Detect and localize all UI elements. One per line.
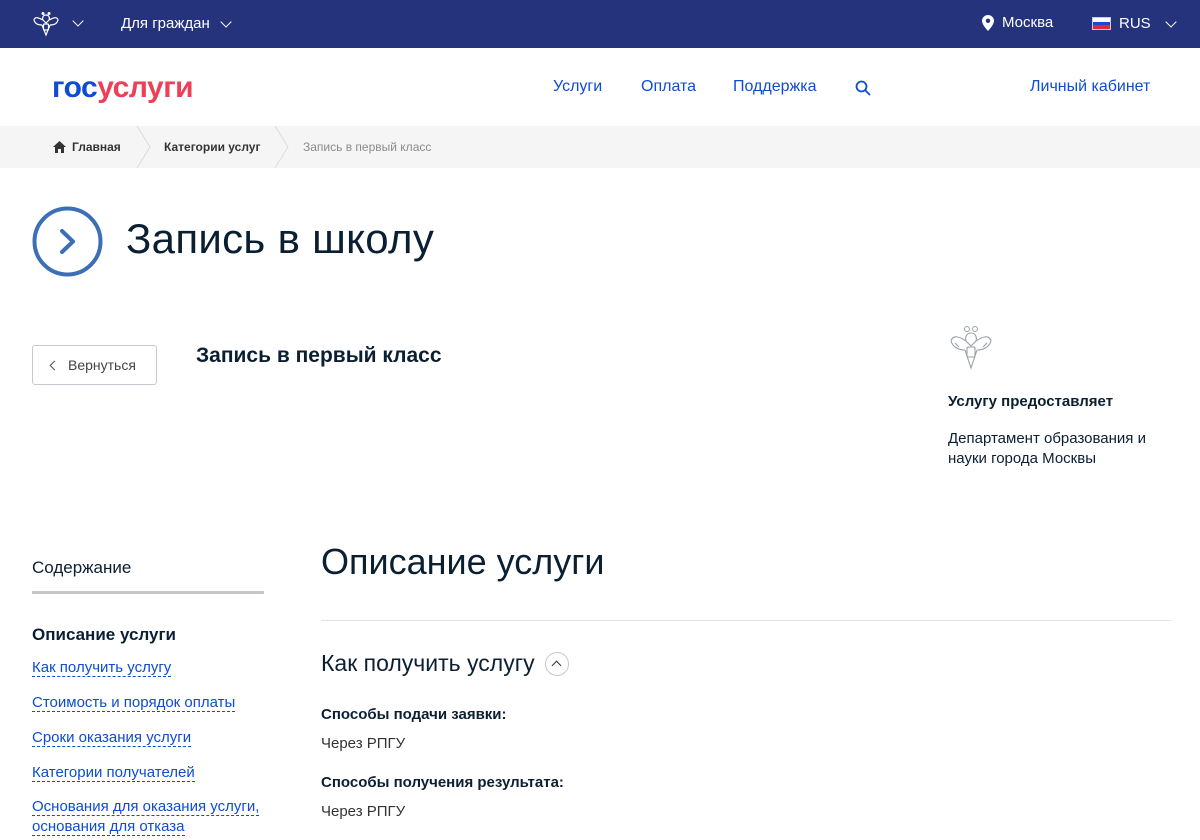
breadcrumb-home-label: Главная [72, 140, 121, 154]
page-title: Запись в школу [126, 215, 435, 262]
toc-link-cost[interactable]: Стоимость и порядок оплаты [32, 693, 272, 713]
toc-title: Содержание [32, 558, 132, 577]
toc-link-recipients[interactable]: Категории получателей [32, 763, 272, 783]
audience-selector[interactable]: Для граждан [121, 15, 232, 32]
top-bar: Для граждан Москва RUS [0, 0, 1200, 48]
toc-link-label: Категории получателей [32, 764, 195, 782]
chevron-down-icon [1165, 15, 1177, 28]
chevron-down-icon[interactable] [72, 15, 84, 27]
field-value-result: Через РПГУ [321, 803, 406, 820]
audience-label: Для граждан [121, 15, 210, 32]
field-value-submission: Через РПГУ [321, 735, 406, 752]
section-title: Описание услуги [321, 541, 605, 582]
breadcrumb-categories[interactable]: Категории услуг [164, 140, 260, 154]
field-label-result: Способы получения результата: [321, 774, 564, 791]
how-to-get-heading: Как получить услугу [321, 650, 569, 677]
emblem-menu[interactable] [32, 11, 60, 37]
logo-part-uslugi: услуги [97, 71, 194, 104]
site-header: госуслуги Услуги Оплата Поддержка Личный… [0, 48, 1200, 126]
toc-active-item: Описание услуги [32, 625, 177, 644]
toc-link-label: Стоимость и порядок оплаты [32, 694, 236, 712]
back-button[interactable]: Вернуться [32, 345, 157, 385]
toc-link-label: Сроки оказания услуги [32, 729, 192, 747]
home-icon [53, 141, 66, 153]
breadcrumb-separator [274, 126, 289, 168]
provider-heading: Услугу предоставляет [948, 393, 1114, 410]
logo-part-gos: гос [52, 71, 98, 104]
gosuslugi-logo[interactable]: госуслуги [52, 71, 194, 105]
field-label-submission: Способы подачи заявки: [321, 706, 507, 723]
toc-link-terms[interactable]: Сроки оказания услуги [32, 728, 272, 748]
breadcrumb-separator [136, 126, 151, 168]
toc-link-grounds[interactable]: Основания для оказания услуги, основания… [32, 797, 272, 837]
chevron-left-icon [49, 360, 60, 370]
toc-link-label: Основания для оказания услуги, основания… [32, 798, 260, 836]
provider-name: Департамент образования и науки города М… [948, 430, 1146, 467]
russian-flag-icon [1092, 17, 1111, 30]
location-pin-icon [982, 14, 994, 31]
chevron-down-icon [220, 15, 232, 28]
collapse-button[interactable] [544, 651, 569, 676]
search-icon[interactable] [855, 80, 871, 96]
toc-divider [32, 591, 264, 594]
service-subtitle: Запись в первый класс [196, 344, 442, 367]
how-to-get-title: Как получить услугу [321, 650, 535, 676]
coat-of-arms-icon [950, 326, 992, 370]
back-button-label: Вернуться [68, 357, 136, 373]
toc-link-label: Как получить услугу [32, 659, 172, 677]
nav-payment[interactable]: Оплата [641, 78, 696, 96]
language-label: RUS [1119, 15, 1151, 32]
city-label: Москва [1002, 14, 1054, 31]
nav-support[interactable]: Поддержка [733, 78, 816, 96]
toc-link-how-to-get[interactable]: Как получить услугу [32, 658, 272, 678]
breadcrumb-home[interactable]: Главная [53, 140, 121, 154]
nav-services[interactable]: Услуги [553, 78, 602, 96]
section-divider [321, 620, 1171, 621]
language-selector[interactable]: RUS [1092, 15, 1177, 32]
chevron-up-icon [551, 660, 562, 670]
coat-of-arms-icon [33, 12, 59, 37]
service-arrow-icon [32, 206, 103, 277]
breadcrumb: Главная Категории услуг Запись в первый … [0, 126, 1200, 168]
city-selector[interactable]: Москва [982, 14, 1053, 31]
breadcrumb-current: Запись в первый класс [303, 140, 432, 154]
personal-account-link[interactable]: Личный кабинет [1030, 78, 1150, 96]
